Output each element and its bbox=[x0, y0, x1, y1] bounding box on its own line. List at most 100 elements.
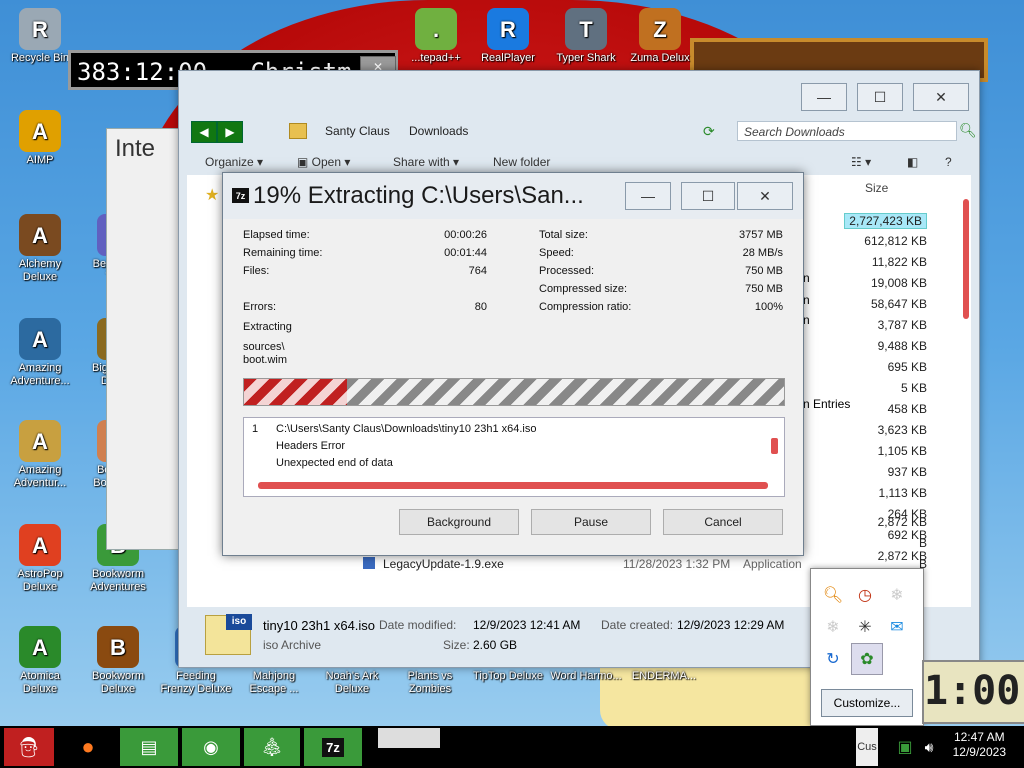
size-column-header[interactable]: Size bbox=[865, 181, 888, 195]
desktop-shortcut[interactable]: R RealPlayer bbox=[470, 8, 546, 65]
background-window-title: Inte bbox=[115, 135, 156, 162]
desktop-clock-gadget[interactable]: 1:00 bbox=[922, 660, 1024, 724]
open-button[interactable]: ▣ Open ▾ bbox=[297, 155, 350, 169]
current-path: sources\ bbox=[243, 341, 285, 353]
sevenzip-taskbar-icon[interactable]: 7z bbox=[304, 728, 362, 766]
dialog-titlebar[interactable]: 7z 19% Extracting C:\Users\San... — ☐ ✕ bbox=[223, 173, 803, 219]
notepad-plus-icon: . bbox=[415, 8, 457, 50]
organize-menu[interactable]: Organize ▾ bbox=[205, 155, 263, 169]
chat-tray-icon[interactable]: ✉ bbox=[885, 615, 909, 639]
breadcrumb-user[interactable]: Santy Claus bbox=[325, 124, 390, 138]
stat-value: 750 MB bbox=[745, 283, 783, 295]
messages-scrollbar[interactable] bbox=[771, 438, 778, 454]
tree-app-taskbar-icon[interactable]: 🎄︎ bbox=[244, 728, 300, 766]
desktop-shortcut-label: AstroPop Deluxe bbox=[17, 568, 63, 593]
chrome-taskbar-icon[interactable]: ◉ bbox=[182, 728, 240, 766]
iso-file-icon: iso bbox=[205, 614, 252, 655]
desktop-shortcut[interactable]: A Atomica Deluxe bbox=[2, 626, 78, 696]
sync-tray-icon[interactable]: ↻ bbox=[821, 647, 845, 671]
file-size-cell: 695 KB bbox=[887, 360, 927, 374]
close-button[interactable]: ✕ bbox=[913, 83, 969, 111]
message-path: C:\Users\Santy Claus\Downloads\tiny10 23… bbox=[276, 423, 537, 435]
taskbar-button-blank[interactable] bbox=[378, 728, 440, 748]
desktop-shortcut[interactable]: A Alchemy Deluxe bbox=[2, 214, 78, 284]
amazing-adventures-icon: A bbox=[19, 318, 61, 360]
cancel-button[interactable]: Cancel bbox=[663, 509, 783, 535]
new-folder-button[interactable]: New folder bbox=[493, 155, 550, 169]
atomica-icon: A bbox=[19, 626, 61, 668]
back-button[interactable]: ◀ bbox=[191, 121, 217, 143]
clock-time: 12:47 AM bbox=[953, 730, 1005, 744]
alchemy-icon: A bbox=[19, 214, 61, 256]
preview-pane-icon[interactable]: ◧ bbox=[907, 155, 918, 169]
pause-button[interactable]: Pause bbox=[531, 509, 651, 535]
stat-value: 00:00:26 bbox=[444, 229, 487, 241]
stat-label: Total size: bbox=[539, 229, 588, 241]
stat-label: Speed: bbox=[539, 247, 574, 259]
timer-tray-icon[interactable]: ◷ bbox=[853, 583, 877, 607]
stat-value: 100% bbox=[754, 301, 783, 313]
clock-gadget-text: 1:00 bbox=[924, 668, 1021, 714]
iso-badge: iso bbox=[226, 614, 252, 630]
file-type: Application bbox=[743, 557, 802, 571]
help-icon[interactable]: ? bbox=[945, 155, 952, 169]
desktop-shortcut-label: Typer Shark bbox=[556, 52, 616, 64]
sevenzip-tray-icon[interactable]: ✿ bbox=[851, 643, 883, 675]
firefox-taskbar-icon[interactable]: ● bbox=[62, 728, 114, 766]
desktop-shortcut-label: Bookworm Deluxe bbox=[92, 670, 144, 695]
desktop-shortcut[interactable]: R Recycle Bin bbox=[2, 8, 78, 65]
stat-label: Compression ratio: bbox=[539, 301, 632, 313]
address-bar: ◀ ▶ Santy Claus Downloads ⟳ Search Downl… bbox=[189, 119, 977, 145]
desktop-shortcut[interactable]: Z Zuma Delux bbox=[622, 8, 698, 65]
taskbar-customize-label[interactable]: Cus bbox=[856, 728, 878, 766]
progress-fill bbox=[244, 379, 347, 405]
desktop-shortcut[interactable]: A AstroPop Deluxe bbox=[2, 524, 78, 594]
favorites-star-icon[interactable]: ★ bbox=[205, 185, 219, 205]
realplayer-icon: R bbox=[487, 8, 529, 50]
desktop-shortcut-label: Recycle Bin bbox=[10, 52, 70, 64]
desktop-shortcut[interactable]: A Amazing Adventur... bbox=[2, 420, 78, 490]
explorer-titlebar[interactable]: — ☐ ✕ bbox=[179, 71, 979, 119]
desktop-shortcut[interactable]: A AIMP bbox=[2, 110, 78, 167]
message-end-of-data: Unexpected end of data bbox=[276, 457, 393, 469]
customize-button[interactable]: Customize... bbox=[821, 689, 913, 717]
aimp-icon: A bbox=[19, 110, 61, 152]
desktop-shortcut-label: Zuma Delux bbox=[630, 52, 690, 64]
dialog-close-button[interactable]: ✕ bbox=[737, 182, 793, 210]
search-input[interactable]: Search Downloads bbox=[737, 121, 957, 141]
search-icon[interactable]: 🔍︎ bbox=[959, 122, 977, 139]
tray-overflow-popup[interactable]: 🔍︎ ◷ ❄ ❄ ✳ ✉ ↻ ✿ Customize... bbox=[810, 568, 924, 726]
error-messages-list[interactable]: 1 C:\Users\Santy Claus\Downloads\tiny10 … bbox=[243, 417, 785, 497]
desktop-shortcut[interactable]: A Amazing Adventure... bbox=[2, 318, 78, 388]
volume-icon[interactable]: 🔊︎ bbox=[918, 728, 940, 766]
refresh-icon[interactable]: ⟳ bbox=[703, 123, 715, 140]
breadcrumb-downloads[interactable]: Downloads bbox=[409, 124, 468, 138]
snowflake-tray-icon[interactable]: ❄ bbox=[885, 583, 909, 607]
horizontal-scrollbar[interactable] bbox=[258, 482, 768, 489]
search-tray-icon[interactable]: 🔍︎ bbox=[821, 583, 845, 607]
explorer-taskbar-icon[interactable]: ▤ bbox=[120, 728, 178, 766]
view-options-icon[interactable]: ☷ ▾ bbox=[851, 155, 871, 169]
forward-button[interactable]: ▶ bbox=[217, 121, 243, 143]
desktop-shortcut[interactable]: B Bookworm Deluxe bbox=[80, 626, 156, 696]
vertical-scrollbar[interactable] bbox=[963, 199, 969, 319]
stat-value: 28 MB/s bbox=[742, 247, 783, 259]
extraction-dialog[interactable]: 7z 19% Extracting C:\Users\San... — ☐ ✕ … bbox=[222, 172, 804, 556]
stat-label: Errors: bbox=[243, 301, 276, 313]
background-button[interactable]: Background bbox=[399, 509, 519, 535]
dialog-minimize-button[interactable]: — bbox=[625, 182, 671, 210]
dialog-maximize-button[interactable]: ☐ bbox=[681, 182, 735, 210]
desktop-shortcut-label: Amazing Adventure... bbox=[10, 362, 70, 387]
desktop-shortcut-label: Bookworm Adventures bbox=[90, 568, 146, 593]
snowflake-tray-icon-2[interactable]: ❄ bbox=[821, 615, 845, 639]
minimize-button[interactable]: — bbox=[801, 83, 847, 111]
desktop-shortcut[interactable]: . ...tepad++ bbox=[398, 8, 474, 65]
desktop-shortcut[interactable]: T Typer Shark bbox=[548, 8, 624, 65]
stat-label: Elapsed time: bbox=[243, 229, 310, 241]
start-button[interactable]: 🎅︎ bbox=[4, 728, 54, 766]
asterisk-tray-icon[interactable]: ✳ bbox=[853, 615, 877, 639]
network-tray-icon[interactable]: ▣ bbox=[894, 728, 916, 766]
maximize-button[interactable]: ☐ bbox=[857, 83, 903, 111]
taskbar-clock[interactable]: 12:47 AM 12/9/2023 bbox=[953, 730, 1006, 760]
share-with-menu[interactable]: Share with ▾ bbox=[393, 155, 459, 169]
